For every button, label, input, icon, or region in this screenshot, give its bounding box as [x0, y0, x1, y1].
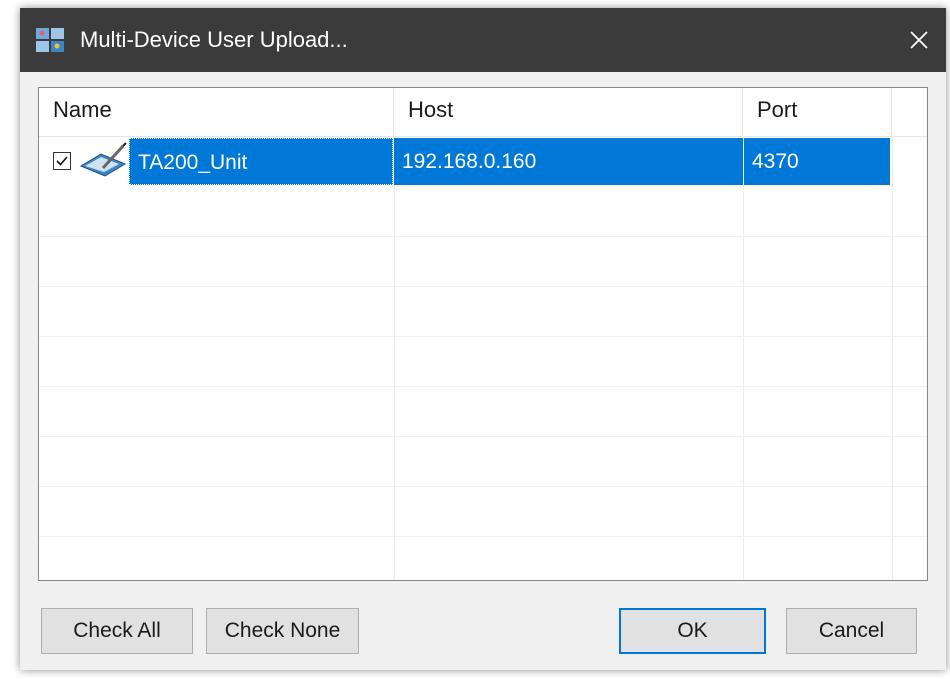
row-checkbox[interactable]	[53, 152, 71, 170]
column-header-port[interactable]: Port	[743, 88, 892, 136]
column-header-host[interactable]: Host	[394, 88, 743, 136]
close-button[interactable]	[892, 8, 946, 72]
device-list[interactable]: Name Host Port TA200_Unit 192.168.0.160 …	[38, 87, 928, 581]
title-bar[interactable]: Multi-Device User Upload...	[20, 8, 946, 72]
check-none-button[interactable]: Check None	[206, 608, 359, 654]
checkmark-icon	[56, 156, 68, 166]
window-title: Multi-Device User Upload...	[80, 27, 348, 52]
grid-line	[39, 486, 927, 487]
column-header-name[interactable]: Name	[39, 88, 394, 136]
ok-button[interactable]: OK	[619, 608, 766, 654]
device-port-cell: 4370	[744, 138, 890, 185]
app-icon	[36, 28, 64, 52]
cancel-button[interactable]: Cancel	[786, 608, 917, 654]
grid-line	[39, 336, 927, 337]
device-host-cell: 192.168.0.160	[394, 138, 743, 185]
list-header: Name Host Port	[39, 88, 927, 137]
grid-line	[39, 286, 927, 287]
grid-line	[892, 136, 893, 580]
device-name-cell: TA200_Unit	[129, 138, 393, 185]
close-icon	[910, 31, 928, 49]
device-pen-icon	[79, 142, 127, 177]
dialog-window: Multi-Device User Upload... Name Host Po…	[20, 8, 946, 670]
grid-line	[39, 236, 927, 237]
grid-line	[39, 386, 927, 387]
grid-line	[39, 536, 927, 537]
grid-line	[743, 136, 744, 580]
list-item[interactable]: TA200_Unit 192.168.0.160 4370	[39, 138, 890, 185]
grid-line	[39, 436, 927, 437]
check-all-button[interactable]: Check All	[41, 608, 193, 654]
grid-line	[394, 136, 395, 580]
